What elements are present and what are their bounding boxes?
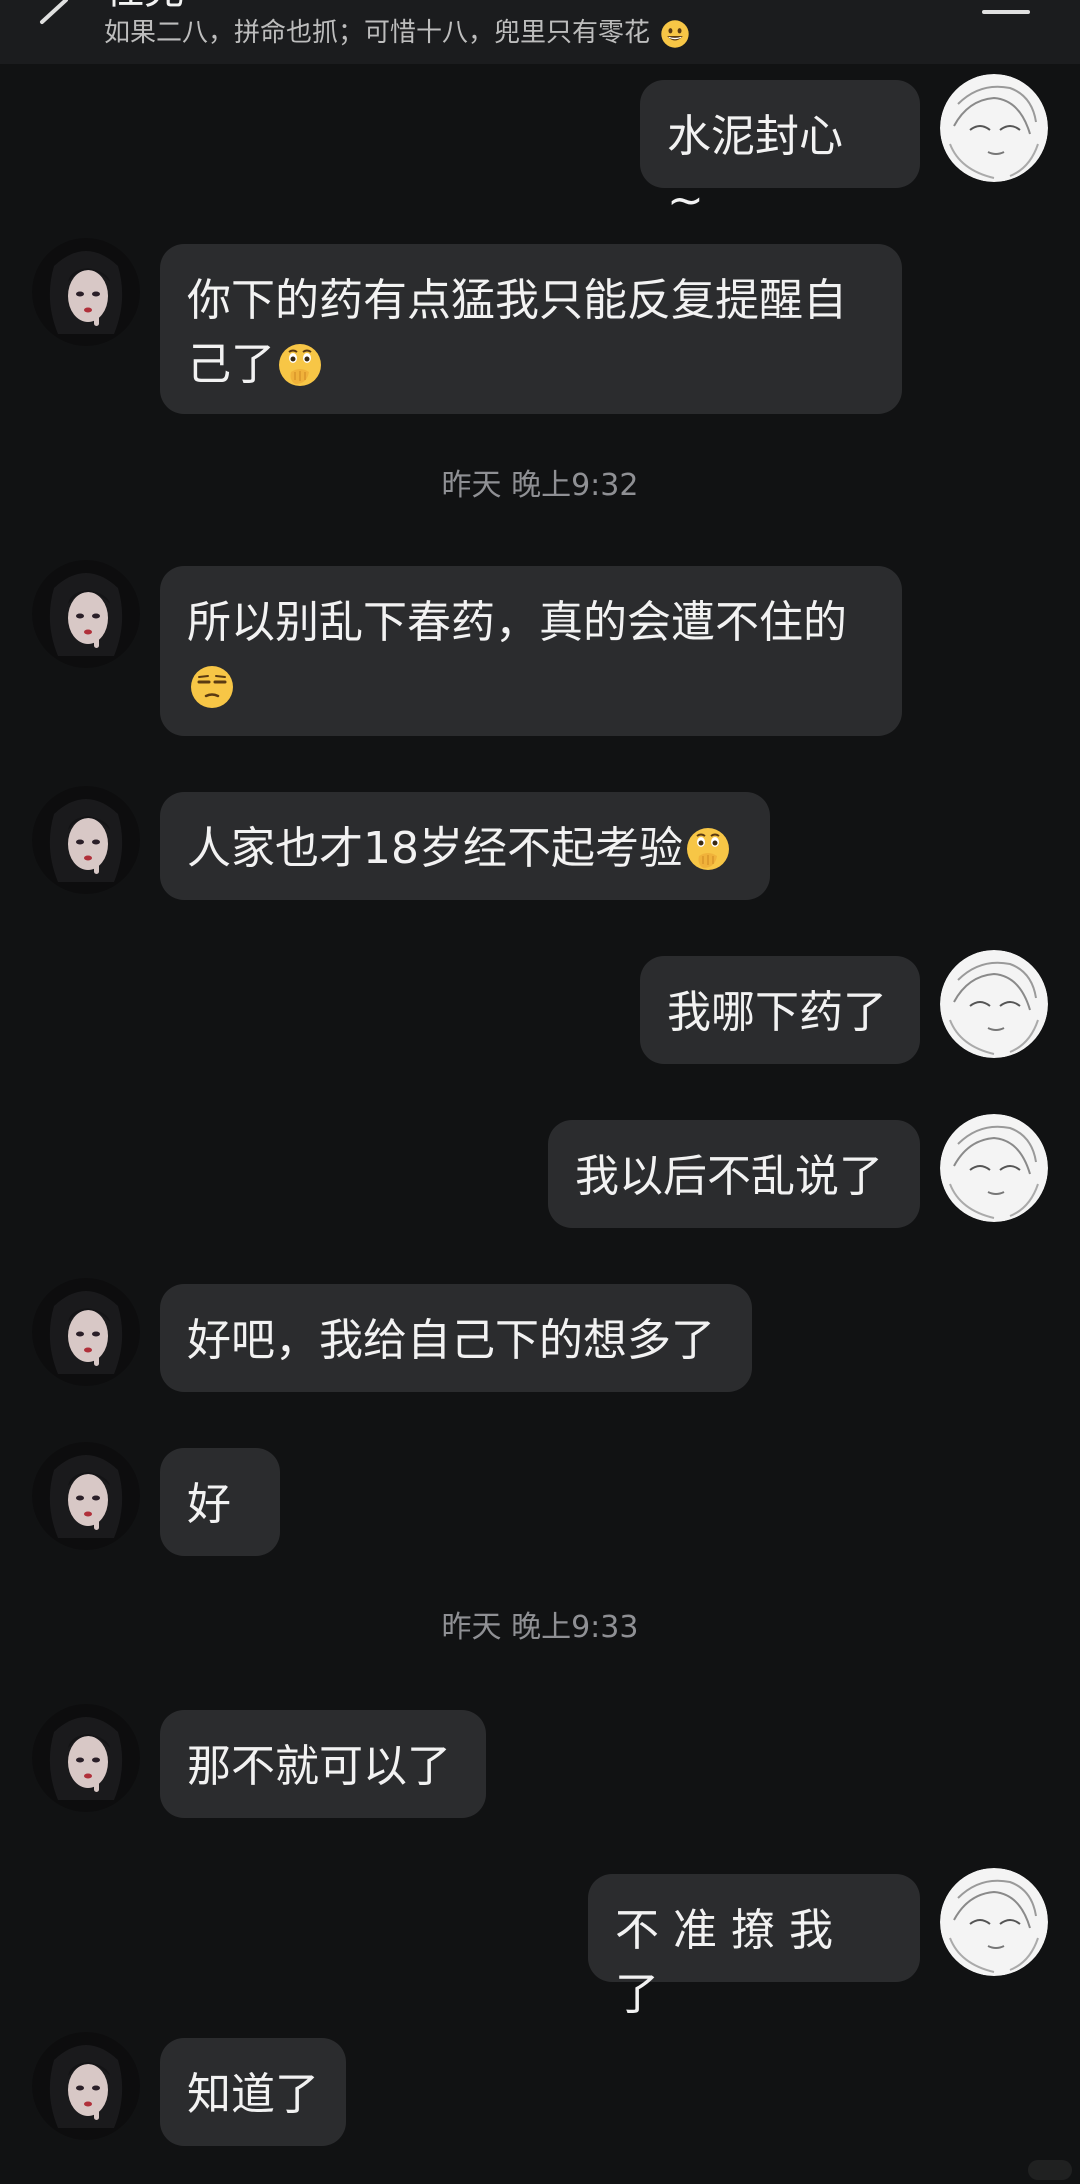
message-text-line1: 你下的药有点猛我只能反复提醒自 — [187, 275, 847, 326]
incoming-message[interactable]: 那不就可以了 — [160, 1710, 486, 1818]
incoming-message[interactable]: 知道了 — [160, 2038, 346, 2146]
incoming-message[interactable]: 所以别乱下春药，真的会遭不住的 — [160, 566, 902, 736]
message-text: 好 — [187, 1479, 231, 1530]
contact-avatar[interactable] — [32, 1278, 140, 1386]
incoming-message[interactable]: 好 — [160, 1448, 280, 1556]
message-text: 我以后不乱说了 — [575, 1151, 883, 1202]
my-avatar[interactable] — [940, 950, 1048, 1058]
outgoing-message[interactable]: 水泥封心 ~ — [640, 80, 920, 226]
message-list[interactable]: 水泥封心 ~ 你下的药有点猛我只能反复提醒自 己了 昨天 晚上9:32 所以别乱… — [0, 64, 1080, 2184]
message-text: 那不就可以了 — [187, 1741, 451, 1792]
my-avatar[interactable] — [940, 74, 1048, 182]
signature-text: 如果二八，拼命也抓；可惜十八，兜里只有零花 — [104, 18, 651, 48]
contact-avatar[interactable] — [32, 560, 140, 668]
message-text: 我哪下药了 — [667, 987, 887, 1038]
timestamp: 昨天 晚上9:33 — [441, 1610, 639, 1645]
chevron-left-icon[interactable] — [36, 0, 70, 26]
message-text: 所以别乱下春药，真的会遭不住的 — [187, 597, 847, 648]
chat-signature: 如果二八，拼命也抓；可惜十八，兜里只有零花 — [104, 16, 690, 50]
message-text: 知道了 — [187, 2069, 319, 2120]
message-text: 水泥封心 ~ — [667, 111, 843, 226]
incoming-message[interactable]: 你下的药有点猛我只能反复提醒自 己了 — [160, 244, 902, 414]
message-text: 人家也才18岁经不起考验 — [187, 823, 683, 874]
unamused-face-icon — [189, 664, 235, 710]
incoming-message[interactable]: 好吧，我给自己下的想多了 — [160, 1284, 752, 1392]
timestamp: 昨天 晚上9:32 — [441, 468, 639, 503]
thinking-hand-over-mouth-face-icon — [277, 342, 323, 388]
contact-avatar[interactable] — [32, 786, 140, 894]
contact-avatar[interactable] — [32, 2032, 140, 2140]
contact-avatar[interactable] — [32, 1442, 140, 1550]
chat-title: 杜克 — [104, 0, 184, 10]
my-avatar[interactable] — [940, 1868, 1048, 1976]
incoming-message[interactable]: 人家也才18岁经不起考验 — [160, 792, 770, 900]
thinking-hand-over-mouth-face-icon — [685, 826, 731, 872]
outgoing-message[interactable]: 我以后不乱说了 — [548, 1120, 920, 1228]
message-text: 好吧，我给自己下的想多了 — [187, 1315, 715, 1366]
menu-icon[interactable] — [982, 6, 1030, 18]
my-avatar[interactable] — [940, 1114, 1048, 1222]
chat-header: 杜克 如果二八，拼命也抓；可惜十八，兜里只有零花 — [0, 0, 1080, 64]
contact-avatar[interactable] — [32, 1704, 140, 1812]
outgoing-message[interactable]: 不准撩我了 — [588, 1874, 920, 2020]
watermark-badge — [1028, 2160, 1072, 2180]
message-text: 不准撩我了 — [615, 1905, 847, 2020]
grinning-face-emoji-icon — [660, 19, 690, 49]
contact-avatar[interactable] — [32, 238, 140, 346]
outgoing-message[interactable]: 我哪下药了 — [640, 956, 920, 1064]
message-text-line2: 己了 — [187, 339, 275, 390]
